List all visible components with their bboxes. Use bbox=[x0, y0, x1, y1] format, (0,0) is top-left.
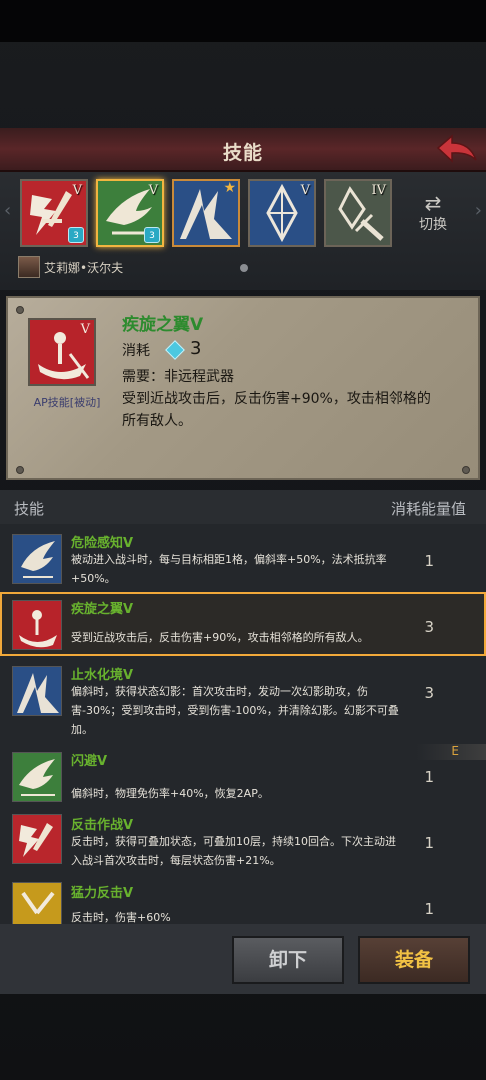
slot-level: V bbox=[300, 183, 310, 198]
detail-level: V bbox=[80, 322, 90, 337]
counter-attack-icon bbox=[12, 814, 62, 864]
avatar bbox=[18, 256, 40, 278]
slot-badge: 3 bbox=[68, 227, 84, 243]
skill-cost: 1 bbox=[424, 900, 434, 918]
slot-level: V bbox=[148, 183, 158, 198]
skill-slot-1[interactable]: V 3 bbox=[20, 179, 88, 247]
star-icon: ★ bbox=[223, 180, 236, 196]
slot-level: V bbox=[72, 183, 82, 198]
evade-icon bbox=[12, 752, 62, 802]
slot-level: IV bbox=[371, 183, 386, 198]
status-bar bbox=[0, 0, 486, 42]
page-indicator-dot bbox=[240, 264, 248, 272]
switch-label: 切换 bbox=[419, 217, 447, 233]
skill-slot-2[interactable]: V 3 bbox=[96, 179, 164, 247]
switch-button[interactable]: ⇄ 切换 bbox=[410, 192, 456, 242]
skills-screen: 技能 ‹ › V 3 V 3 ★ V IV ⇄ 切换 艾莉娜•沃尔夫 V AP技… bbox=[0, 0, 486, 1080]
back-arrow-icon bbox=[436, 134, 477, 163]
skill-desc: 偏斜时，物理免伤率+40%，恢复2AP。 bbox=[71, 787, 269, 800]
skill-row[interactable]: 猛力反击V 反击时，伤害+60% 1 bbox=[0, 878, 486, 924]
skill-cost: 1 bbox=[424, 552, 434, 570]
detail-title: 疾旋之翼V bbox=[122, 315, 204, 335]
rivet bbox=[16, 306, 24, 314]
unequip-button[interactable]: 卸下 bbox=[232, 936, 344, 984]
page-title: 技能 bbox=[222, 142, 263, 164]
skill-slot-5[interactable]: IV bbox=[324, 179, 392, 247]
equip-button[interactable]: 装备 bbox=[358, 936, 470, 984]
skill-row[interactable]: 止水化境V 偏斜时，获得状态幻影：首次攻击时，发动一次幻影助攻，伤害-30%；受… bbox=[0, 660, 486, 744]
ap-skill-label: AP技能[被动] bbox=[33, 396, 101, 409]
skill-slot-4[interactable]: V bbox=[248, 179, 316, 247]
swap-icon: ⇄ bbox=[424, 191, 442, 215]
fierce-counter-icon bbox=[12, 882, 62, 924]
list-header: 技能 消耗能量值 bbox=[0, 490, 486, 524]
skill-name: 止水化境V bbox=[71, 668, 134, 683]
title-bar: 技能 bbox=[0, 128, 486, 172]
action-bar: 卸下 装备 bbox=[0, 924, 486, 994]
skill-name: 危险感知V bbox=[71, 536, 134, 551]
detail-description: 受到近战攻击后，反击伤害+90%，攻击相邻格的所有敌人。 bbox=[122, 391, 431, 429]
skill-desc: 偏斜时，获得状态幻影：首次攻击时，发动一次幻影助攻，伤害-30%；受到攻击时，受… bbox=[71, 685, 399, 736]
skill-list[interactable]: 危险感知V 被动进入战斗时，每与目标相距1格，偏斜率+50%，法术抵抗率+50%… bbox=[0, 524, 486, 924]
cost-value: 3 bbox=[190, 338, 202, 359]
skill-row[interactable]: 闪避V 偏斜时，物理免伤率+40%，恢复2AP。 1 bbox=[0, 746, 486, 810]
scroll-right-icon[interactable]: › bbox=[475, 200, 482, 221]
danger-sense-icon bbox=[12, 534, 62, 584]
energy-gem-icon bbox=[165, 340, 185, 360]
character-name: 艾莉娜•沃尔夫 bbox=[44, 261, 124, 275]
skill-row[interactable]: 危险感知V 被动进入战斗时，每与目标相距1格，偏斜率+50%，法术抵抗率+50%… bbox=[0, 524, 486, 590]
list-header-skill: 技能 bbox=[14, 500, 45, 518]
skill-slot-3[interactable]: ★ bbox=[172, 179, 240, 247]
whirl-wing-icon bbox=[12, 600, 62, 650]
skill-cost: 1 bbox=[424, 768, 434, 786]
skill-cost: 3 bbox=[424, 618, 434, 636]
skill-name: 猛力反击V bbox=[71, 886, 134, 901]
slot-badge: 3 bbox=[144, 227, 160, 243]
skill-desc: 被动进入战斗时，每与目标相距1格，偏斜率+50%，法术抵抗率+50%。 bbox=[71, 553, 387, 585]
skill-row[interactable]: 反击作战V 反击时，获得可叠加状态，可叠加10层，持续10回合。下次主动进入战斗… bbox=[0, 812, 486, 878]
equipped-skill-strip: ‹ › V 3 V 3 ★ V IV ⇄ 切换 艾莉娜•沃尔夫 bbox=[0, 172, 486, 290]
still-water-icon bbox=[12, 666, 62, 716]
skill-name: 疾旋之翼V bbox=[71, 602, 134, 617]
skill-row-selected[interactable]: 疾旋之翼V 受到近战攻击后，反击伤害+90%，攻击相邻格的所有敌人。 3 bbox=[0, 592, 486, 656]
rivet bbox=[462, 466, 470, 474]
skill-name: 闪避V bbox=[71, 754, 108, 769]
skill-desc: 反击时，伤害+60% bbox=[71, 911, 171, 924]
detail-skill-icon: V bbox=[28, 318, 96, 386]
skill-desc: 受到近战攻击后，反击伤害+90%，攻击相邻格的所有敌人。 bbox=[71, 631, 369, 644]
cost-label: 消耗 bbox=[122, 343, 150, 359]
requirement: 需要：非远程武器 bbox=[122, 369, 234, 385]
back-button[interactable] bbox=[434, 134, 478, 166]
list-header-cost: 消耗能量值 bbox=[390, 500, 466, 518]
skill-cost: 3 bbox=[424, 684, 434, 702]
skill-name: 反击作战V bbox=[71, 818, 134, 833]
skill-detail-panel: V AP技能[被动] 疾旋之翼V 消耗 3 需要：非远程武器 受到近战攻击后，反… bbox=[6, 296, 480, 480]
skill-desc: 反击时，获得可叠加状态，可叠加10层，持续10回合。下次主动进入战斗首次攻击时，… bbox=[71, 835, 396, 867]
rivet bbox=[16, 466, 24, 474]
skill-cost: 1 bbox=[424, 834, 434, 852]
scroll-left-icon[interactable]: ‹ bbox=[4, 200, 11, 221]
